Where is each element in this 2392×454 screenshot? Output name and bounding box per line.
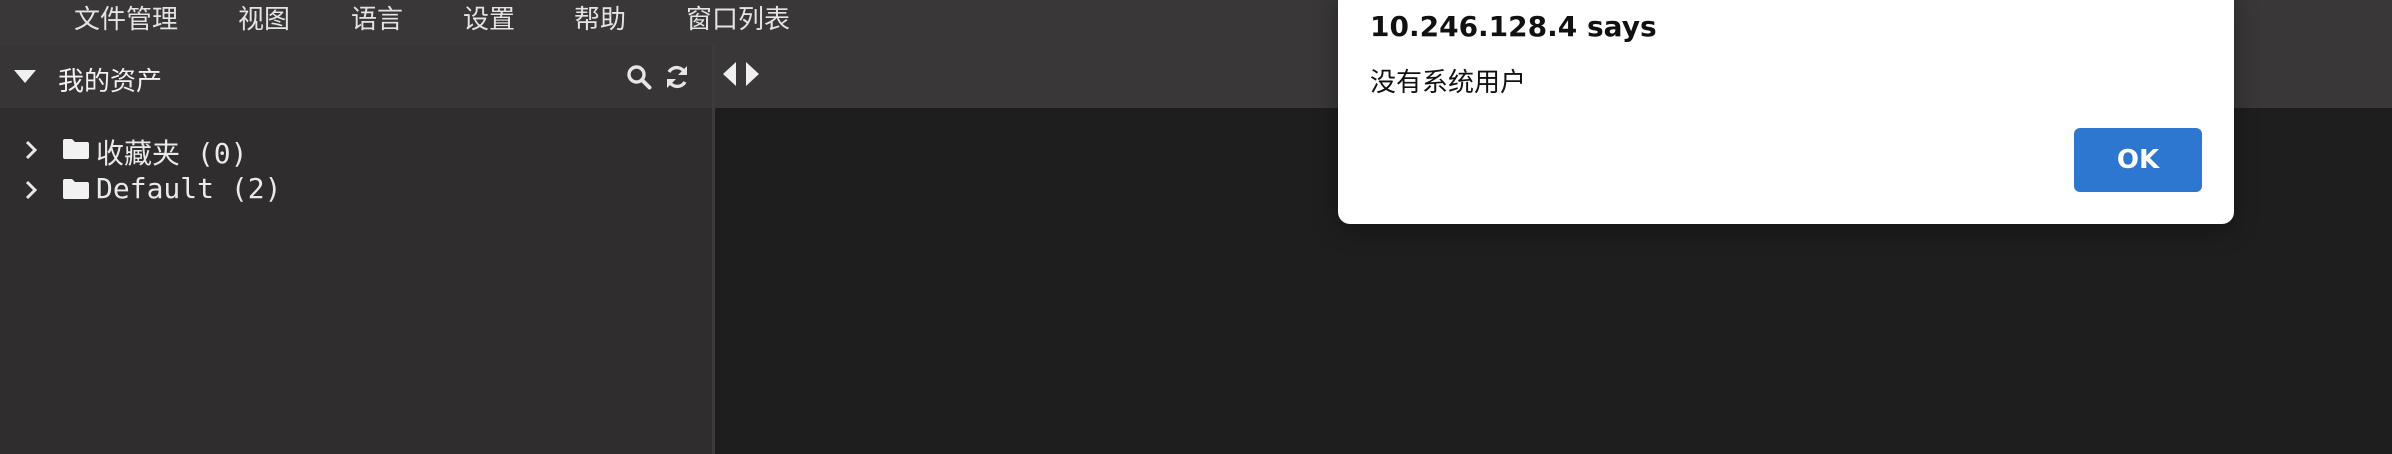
tree-item-default[interactable]: Default (2) [0, 170, 712, 210]
folder-icon [63, 139, 89, 159]
tree-item-label: 收藏夹 (0) [96, 137, 248, 170]
menu-help[interactable]: 帮助 [574, 0, 626, 40]
search-icon[interactable] [626, 64, 652, 90]
sidebar-title: 我的资产 [58, 67, 163, 97]
refresh-icon[interactable] [664, 64, 690, 90]
menu-settings[interactable]: 设置 [463, 0, 515, 40]
ok-button[interactable]: OK [2074, 128, 2202, 192]
menu-view[interactable]: 视图 [238, 0, 290, 40]
menu-window-list[interactable]: 窗口列表 [686, 0, 790, 40]
caret-right-icon[interactable] [745, 62, 759, 86]
dialog-message: 没有系统用户 [1370, 68, 1527, 98]
caret-left-icon[interactable] [723, 62, 737, 86]
chevron-right-icon[interactable] [24, 140, 38, 160]
tree-item-favorites[interactable]: 收藏夹 (0) [0, 130, 712, 170]
tree-item-label: Default (2) [96, 172, 282, 205]
alert-dialog: 10.246.128.4 says 没有系统用户 OK [1338, 0, 2234, 224]
menu-file-management[interactable]: 文件管理 [74, 0, 178, 40]
sidebar-header: 我的资产 [0, 46, 712, 108]
dialog-title: 10.246.128.4 says [1370, 10, 1657, 43]
sidebar: 我的资产 收藏夹 (0) Default (2) [0, 46, 712, 454]
folder-icon [63, 179, 89, 199]
chevron-right-icon[interactable] [24, 180, 38, 200]
menu-language[interactable]: 语言 [351, 0, 403, 40]
caret-down-icon[interactable] [14, 70, 36, 84]
